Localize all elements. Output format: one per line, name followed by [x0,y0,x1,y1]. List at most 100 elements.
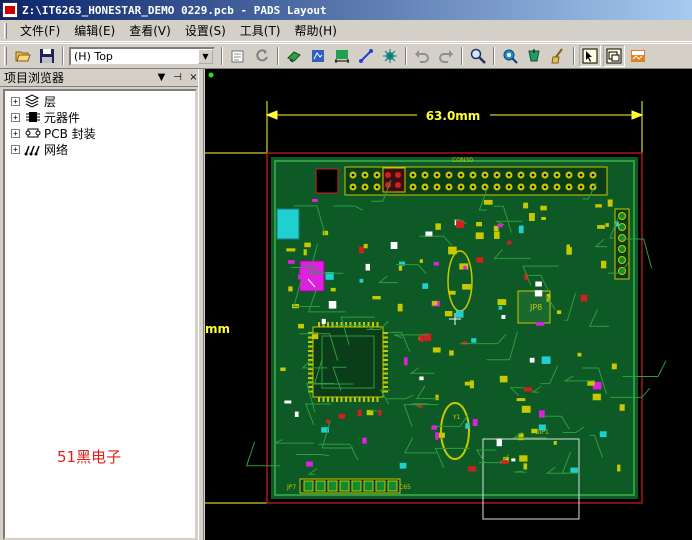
standard-toolbar: (H) Top ▼ [0,43,692,69]
smd-pad [288,260,295,264]
window-icon [606,48,622,64]
open-button[interactable] [12,45,34,67]
drafting-toolbar-button[interactable] [307,45,329,67]
save-button[interactable] [36,45,58,67]
refdes-label: CON30 [452,157,473,164]
project-browser-panel: 项目浏览器 ▼ ⊣ × + 层 + 元器件 + PCB 封装 + 网络 51黑电… [0,69,204,540]
ic-pad [349,322,352,327]
chevron-down-icon[interactable]: ▼ [198,48,213,64]
eco-toolbar-button[interactable] [379,45,401,67]
ic-pad [308,363,313,366]
ic-pad [383,372,388,375]
ic-pad [331,397,334,402]
ic-pad [383,386,388,388]
clean-button[interactable] [547,45,569,67]
ic-pad [345,322,347,327]
header-pin [618,223,626,231]
smd-pad [465,423,470,429]
smd-pad [433,261,439,266]
menu-setup[interactable]: 设置(S) [178,20,233,41]
select-mode-button[interactable] [579,45,601,67]
tree-item-label: 层 [44,94,57,109]
smd-pad [304,242,311,248]
smd-pad [404,357,408,366]
menubar-grip[interactable] [4,22,7,39]
smd-pad [494,231,500,239]
expand-icon[interactable]: + [11,112,20,122]
pads-router-button[interactable] [627,45,649,67]
layer-select[interactable]: (H) Top ▼ [69,46,215,66]
ic-pad [383,341,388,343]
window-button[interactable] [603,45,625,67]
component-jp-red [382,167,406,193]
smd-pad [475,232,484,240]
ic-pad [349,397,352,402]
expand-icon[interactable]: + [11,144,20,154]
smd-pad [592,393,601,401]
smd-pad [365,263,370,271]
panel-pin-icon[interactable]: ⊣ [171,72,184,83]
refdes-label: JP8 [529,303,542,312]
menu-help[interactable]: 帮助(H) [288,20,344,41]
smd-pad [322,230,329,236]
menu-edit[interactable]: 编辑(E) [67,20,122,41]
smd-pad [462,284,471,290]
pour-manager-button[interactable] [523,45,545,67]
smd-pad [617,464,621,472]
window-title: Z:\IT6263_HONESTAR_DEMO 0229.pcb - PADS … [22,3,327,17]
ic-pad [383,377,388,379]
smd-pad [298,323,304,329]
redraw-button[interactable] [251,45,273,67]
pcb-canvas[interactable]: 63.0mm mm CON30 JP8 Y1 GIP1 JP7 C65 [205,69,692,540]
ic-pad [383,354,388,357]
panel-dropdown-icon[interactable]: ▼ [155,72,168,83]
tree-item-decals[interactable]: + PCB 封装 [5,125,195,141]
menu-view[interactable]: 查看(V) [122,20,178,41]
smd-pad [507,240,512,245]
smd-pad [607,199,613,207]
tree-item-label: 元器件 [44,110,81,125]
verify-design-button[interactable] [499,45,521,67]
smd-pad [306,461,313,467]
properties-button[interactable] [227,45,249,67]
refdes-label: Y1 [452,414,461,421]
smd-pad [577,352,582,357]
redo-button[interactable] [435,45,457,67]
smd-pad [363,243,368,249]
toolbar-grip[interactable] [4,47,7,65]
tree-item-nets[interactable]: + 网络 [5,141,195,157]
header-pin [618,245,626,253]
smd-pad [359,278,364,283]
menu-file[interactable]: 文件(F) [13,20,67,41]
smd-pad [419,334,424,342]
ic-pad [367,397,370,402]
ic-pad [308,345,313,348]
decal-icon [24,126,42,140]
undo-button[interactable] [411,45,433,67]
smd-pad [357,409,362,417]
header-pin [375,480,386,492]
smd-pad [303,249,307,256]
save-icon [40,49,54,63]
expand-icon[interactable]: + [11,128,20,138]
design-toolbar-button[interactable] [283,45,305,67]
smd-pad [338,413,346,419]
expand-icon[interactable]: + [11,96,20,106]
smd-pad [280,367,286,371]
origin-marker [208,72,214,78]
header-pin [618,234,626,242]
dimension-toolbar-button[interactable] [331,45,353,67]
toolbar-separator [62,47,64,65]
panel-splitter[interactable] [198,69,204,540]
route-toolbar-button[interactable] [355,45,377,67]
zoom-button[interactable] [467,45,489,67]
smd-pad [435,223,441,230]
menu-tools[interactable]: 工具(T) [233,20,288,41]
tree-item-components[interactable]: + 元器件 [5,109,195,125]
layers-icon [24,94,42,108]
ic-pad [383,359,388,361]
tree-item-layers[interactable]: + 层 [5,93,195,109]
smd-pad [294,411,299,417]
design-toolbar-icon [287,51,301,63]
ic-pad [318,397,320,402]
